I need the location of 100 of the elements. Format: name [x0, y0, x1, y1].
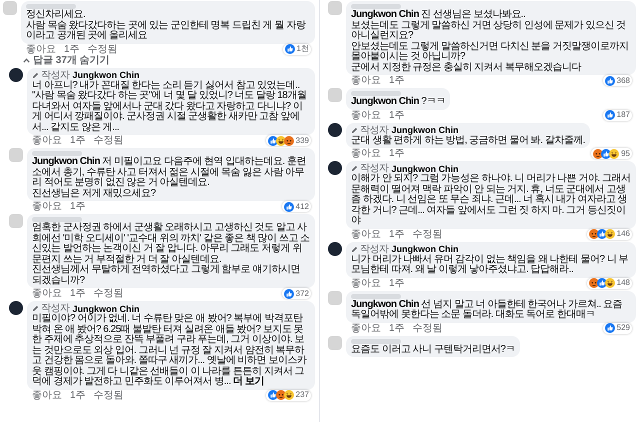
- angry-reaction-icon: [284, 136, 294, 146]
- avatar[interactable]: [9, 68, 23, 82]
- like-link[interactable]: 좋아요: [26, 44, 56, 54]
- comment-text: 정신차리세요.: [26, 10, 86, 20]
- author-label: 작성자: [41, 303, 70, 314]
- edited-label: 수정됨: [94, 390, 124, 400]
- like-reaction-icon: [604, 110, 615, 120]
- like-reaction-icon: [284, 44, 295, 54]
- like-link[interactable]: 좋아요: [32, 390, 62, 400]
- reaction-badge[interactable]: 148: [586, 278, 632, 288]
- reaction-badge[interactable]: 146: [586, 228, 632, 240]
- reaction-count: 237: [296, 390, 309, 400]
- pencil-icon: [351, 126, 358, 134]
- author-name[interactable]: Jungkwon Chin: [392, 125, 458, 135]
- pencil-icon: [351, 246, 358, 252]
- comment-time: 1주: [389, 228, 405, 240]
- comment-time: 1주: [389, 148, 405, 159]
- author-name[interactable]: Jungkwon Chin: [392, 164, 458, 174]
- comment-text: 사람 목숨 왔다갔다하는 곳에 있는 군인한테 명복 드립친 게 뭘 자랑이라고 공개된 곳에 올리세요: [26, 20, 307, 42]
- comment-text: 보셨는데도 그렇게 말씀하신 거면 상당히 인성에 문제가 있으신 것 아니실런지요?: [351, 20, 627, 42]
- reaction-badge[interactable]: 368: [602, 75, 632, 86]
- edited-label: 수정됨: [94, 288, 124, 299]
- edited-label: 수정됨: [94, 135, 124, 146]
- edited-label: 수정됨: [412, 228, 443, 240]
- comment-text: Jungkwon Chin ?ㅋㅋ: [351, 97, 446, 108]
- like-reaction-icon: [604, 323, 615, 333]
- like-link[interactable]: 좋아요: [351, 322, 381, 334]
- angry-reaction-icon: [276, 390, 286, 400]
- laughing-reaction-icon: [284, 390, 294, 400]
- like-link[interactable]: 좋아요: [32, 288, 62, 299]
- caret-up-icon: [23, 58, 30, 62]
- angry-reaction-icon: [588, 278, 599, 288]
- author-name[interactable]: Jungkwon Chin: [72, 304, 140, 314]
- edited-label: 수정됨: [412, 322, 443, 334]
- author-label: 작성자: [41, 70, 70, 80]
- comment-text: Jungkwon Chin 선 넘지 말고 너 아들한테 한국어나 가르쳐.. 요즘 독일어밖에 못한다는 소문 돌더라. 대화도 독어로 한대매ㅋ: [351, 300, 624, 320]
- comment-time: 1주: [389, 75, 405, 86]
- reaction-badge[interactable]: 237: [266, 390, 311, 400]
- like-link[interactable]: 좋아요: [351, 278, 381, 288]
- comment-time: 1주: [70, 390, 86, 400]
- comment-time: 1주: [389, 278, 405, 288]
- comment-text: 안보셨는데도 그렇게 말씀하신거면 다치신 분을 거짓말쟁이로까지 몰아붙이시는 것 아닙니까?: [351, 42, 630, 62]
- author-name[interactable]: Jungkwon Chin: [392, 244, 458, 254]
- pencil-icon: [32, 305, 39, 312]
- comment-time: 1주: [64, 44, 80, 54]
- laughing-reaction-icon: [276, 136, 286, 146]
- reaction-badge[interactable]: 529: [602, 322, 632, 334]
- reaction-badge[interactable]: 1천: [282, 44, 311, 54]
- like-reaction-icon: [268, 136, 278, 146]
- like-link[interactable]: 좋아요: [351, 110, 381, 120]
- comment-time: 1주: [389, 322, 405, 334]
- laughing-reaction-icon: [604, 278, 615, 288]
- avatar[interactable]: [328, 122, 342, 136]
- comment-time: 1주: [70, 201, 86, 212]
- pencil-icon: [32, 72, 39, 78]
- like-link[interactable]: 좋아요: [351, 148, 381, 159]
- avatar[interactable]: [9, 301, 23, 315]
- comment-time: 1주: [389, 110, 405, 120]
- reaction-count: 529: [616, 323, 630, 333]
- reaction-count: 95: [621, 148, 630, 158]
- comment-time: 1주: [70, 135, 86, 146]
- reaction-count: 146: [616, 229, 630, 239]
- hide-replies-toggle[interactable]: 답글 37개 숨기기: [23, 54, 110, 66]
- reaction-count: 368: [616, 76, 630, 86]
- comment-text: Jungkwon Chin 진 선생님은 보셨나봐요..: [351, 10, 526, 20]
- like-reaction-icon: [604, 76, 615, 86]
- author-name[interactable]: Jungkwon Chin: [72, 70, 140, 80]
- reaction-badge[interactable]: 412: [282, 201, 311, 212]
- laughing-reaction-icon: [604, 229, 615, 239]
- like-link[interactable]: 좋아요: [32, 135, 62, 146]
- reaction-count: 412: [296, 202, 309, 212]
- like-reaction-icon: [596, 229, 607, 239]
- like-reaction-icon: [268, 390, 278, 400]
- comment-text: 요즘도 이러고 사니 구텐탁거리면서?ㅋ: [351, 344, 515, 355]
- reaction-badge[interactable]: 95: [591, 148, 632, 159]
- like-link[interactable]: 좋아요: [351, 75, 381, 86]
- comment-text: 진선생님께서 무탈하게 전역하셨다고 그렇게 함부로 얘기하시면 되겠습니까?: [32, 265, 301, 286]
- comment-text: 군에서 지정한 규정은 충실히 지켜서 복무해오겠습니다: [351, 62, 582, 73]
- reaction-count: 1천: [296, 44, 309, 54]
- see-more-link[interactable]: 더 보기: [233, 376, 264, 387]
- angry-reaction-icon: [588, 229, 599, 239]
- comment-text: 이해가 안 되지? 그럼 가능성은 하나야. 니 머리가 나쁜 거야. 그래서 문해력이 떨어져 맥락 파악이 안 되는 거지. 휴, 너도 군대에서 고생 좀 하겠다. 니 선임은 또 무슨 죄냐. 근데... 너 혹시 내가 여자라고 생각한 거니? 근데... 여자들 앞에서도 그런 짓 하지 마. 그거 등신짓이야: [351, 174, 631, 226]
- reaction-badge[interactable]: 339: [266, 135, 311, 146]
- reaction-badge[interactable]: 187: [602, 110, 632, 120]
- avatar[interactable]: [328, 242, 342, 256]
- author-label: 작성자: [360, 163, 388, 174]
- reaction-count: 339: [296, 136, 309, 146]
- edited-label: 수정됨: [88, 44, 118, 54]
- like-link[interactable]: 좋아요: [32, 201, 62, 212]
- comment-text: 미필이야? 어이가 없네. 너 수류탄 맞은 애 봤어? 복부에 박격포탄 박혀 온 애 봤어? 6.25때 불발탄 터져 실려온 애들 봤어? 보지도 못한 주제에 추상적으로 잔뜩 부풀려 구라 푸는데, 그거 이상이야. 보는 것만으로도 외상 입어. 그러니 넌 규정 잘 지켜서 얌전히 복무하고 건강한 몸으로 돌아와. 쫄따구 새끼가... 옛날에 비하면 보이스카웃 캠핑이야. 그게 다 니같은 선배들이 이 나라를 튼튼히 지켜서 그 덕에 경제가 발전하고 민주화도 이루어져서 병... 더 보기: [32, 314, 308, 388]
- like-link[interactable]: 좋아요: [351, 228, 381, 240]
- reaction-count: 148: [616, 278, 630, 288]
- like-reaction-icon: [284, 288, 294, 298]
- comment-time: 1주: [70, 288, 86, 299]
- avatar[interactable]: [328, 161, 342, 175]
- like-reaction-icon: [284, 202, 294, 212]
- laughing-reaction-icon: [609, 148, 620, 158]
- reaction-badge[interactable]: 372: [282, 288, 311, 299]
- comment-text: Jungkwon Chin 저 미필이고요 다음주에 현역 입대하는데요. 훈련소에서 총기, 수류탄 사고 터져서 젊은 시절에 목숨 잃은 사람 아무리 적어도 분명히 없진 않은 거 아실텐데요.: [32, 157, 307, 188]
- reaction-count: 187: [616, 110, 630, 120]
